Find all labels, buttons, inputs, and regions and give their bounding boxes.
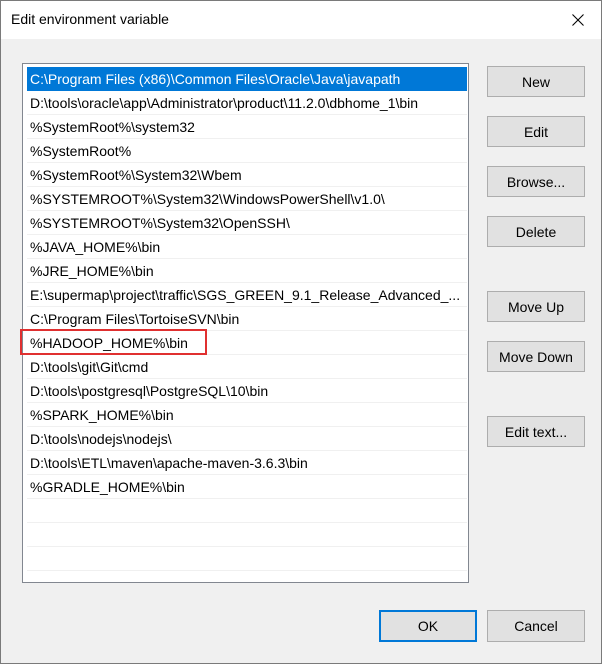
edit-button[interactable]: Edit [487, 116, 585, 147]
window-title: Edit environment variable [11, 11, 169, 27]
path-list-item[interactable]: %SystemRoot%\system32 [27, 115, 467, 139]
empty-list-row [27, 523, 467, 547]
move-down-button[interactable]: Move Down [487, 341, 585, 372]
edit-text-button[interactable]: Edit text... [487, 416, 585, 447]
path-list-item[interactable]: %JAVA_HOME%\bin [27, 235, 467, 259]
path-list-item[interactable]: %GRADLE_HOME%\bin [27, 475, 467, 499]
path-list-item[interactable]: %SPARK_HOME%\bin [27, 403, 467, 427]
empty-list-row [27, 499, 467, 523]
path-list-item[interactable]: E:\supermap\project\traffic\SGS_GREEN_9.… [27, 283, 467, 307]
edit-environment-variable-dialog: Edit environment variable C:\Program Fil… [0, 0, 602, 664]
path-list-item[interactable]: %JRE_HOME%\bin [27, 259, 467, 283]
title-bar[interactable]: Edit environment variable [1, 1, 601, 39]
path-list-item[interactable]: %SystemRoot% [27, 139, 467, 163]
path-list-item[interactable]: D:\tools\nodejs\nodejs\ [27, 427, 467, 451]
path-list-item[interactable]: D:\tools\git\Git\cmd [27, 355, 467, 379]
path-list[interactable]: C:\Program Files (x86)\Common Files\Orac… [22, 63, 469, 583]
path-list-item[interactable]: %HADOOP_HOME%\bin [27, 331, 467, 355]
ok-button[interactable]: OK [379, 610, 477, 642]
close-button[interactable] [555, 1, 601, 39]
path-list-item[interactable]: %SystemRoot%\System32\Wbem [27, 163, 467, 187]
close-icon [572, 14, 584, 26]
path-list-item[interactable]: %SYSTEMROOT%\System32\WindowsPowerShell\… [27, 187, 467, 211]
cancel-button[interactable]: Cancel [487, 610, 585, 642]
path-list-item[interactable]: %SYSTEMROOT%\System32\OpenSSH\ [27, 211, 467, 235]
path-list-item[interactable]: D:\tools\oracle\app\Administrator\produc… [27, 91, 467, 115]
browse-button[interactable]: Browse... [487, 166, 585, 197]
path-list-item[interactable]: D:\tools\postgresql\PostgreSQL\10\bin [27, 379, 467, 403]
empty-list-row [27, 547, 467, 571]
delete-button[interactable]: Delete [487, 216, 585, 247]
path-list-item[interactable]: D:\tools\ETL\maven\apache-maven-3.6.3\bi… [27, 451, 467, 475]
path-list-item[interactable]: C:\Program Files (x86)\Common Files\Orac… [27, 67, 467, 91]
move-up-button[interactable]: Move Up [487, 291, 585, 322]
path-list-item[interactable]: C:\Program Files\TortoiseSVN\bin [27, 307, 467, 331]
new-button[interactable]: New [487, 66, 585, 97]
